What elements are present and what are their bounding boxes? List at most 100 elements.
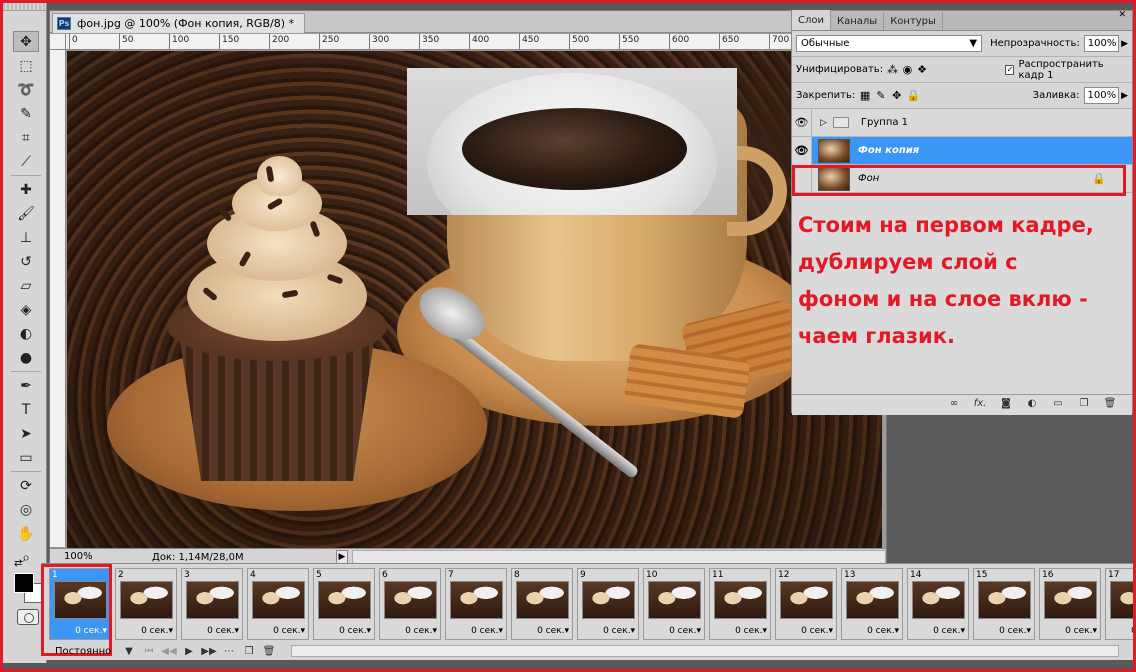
layer-fon[interactable]: Фон 🔒 — [792, 164, 1132, 193]
3d-orbit-tool-icon[interactable]: ◎ — [13, 499, 39, 520]
previous-frame-icon[interactable]: ◀◀ — [159, 646, 179, 657]
delete-frame-icon[interactable]: 🗑 — [259, 646, 279, 657]
animation-frame[interactable]: 9 0 сек.▾ — [577, 568, 639, 640]
eye-icon[interactable]: 👁 — [792, 108, 812, 137]
frame-delay[interactable]: 0 сек.▾ — [405, 626, 437, 636]
frame-delay[interactable]: 0 сек.▾ — [339, 626, 371, 636]
brush-tool-icon[interactable]: 🖌 — [13, 203, 39, 224]
adjustment-layer-icon[interactable]: ◐ — [1024, 398, 1040, 409]
layer-fon-kopiya[interactable]: 👁 Фон копия — [792, 136, 1132, 165]
tween-icon[interactable]: ⋯ — [219, 646, 239, 657]
add-mask-icon[interactable]: ◙ — [998, 398, 1014, 409]
lock-transparent-icon[interactable]: ▦ — [859, 89, 871, 102]
eyedropper-tool-icon[interactable]: ⟋ — [13, 151, 39, 172]
animation-frame[interactable]: 8 0 сек.▾ — [511, 568, 573, 640]
frame-delay[interactable]: 0 сек.▾ — [669, 626, 701, 636]
marquee-tool-icon[interactable]: ⬚ — [13, 55, 39, 76]
zoom-level-field[interactable]: 100% — [52, 550, 97, 564]
crop-tool-icon[interactable]: ⌗ — [13, 127, 39, 148]
dodge-tool-icon[interactable]: ● — [13, 347, 39, 368]
path-selection-tool-icon[interactable]: ➤ — [13, 423, 39, 444]
frame-delay[interactable]: 0 сек.▾ — [999, 626, 1031, 636]
fill-field[interactable]: 100% — [1083, 87, 1120, 104]
status-menu-arrow-icon[interactable]: ▶ — [336, 550, 348, 564]
frame-delay[interactable]: 0 сек.▾ — [867, 626, 899, 636]
frame-delay[interactable]: 0 сек.▾ — [75, 626, 107, 636]
animation-frame[interactable]: 3 0 сек.▾ — [181, 568, 243, 640]
lock-pixels-icon[interactable]: ✎ — [875, 89, 887, 102]
frame-delay[interactable]: 0 сек.▾ — [141, 626, 173, 636]
type-tool-icon[interactable]: T — [13, 399, 39, 420]
expand-arrow-icon[interactable]: ▷ — [820, 118, 827, 128]
history-brush-tool-icon[interactable]: ↺ — [13, 251, 39, 272]
swap-colors-icon[interactable]: ⇄ — [14, 558, 22, 569]
animation-frame[interactable]: 17 0 сек.▾ — [1105, 568, 1133, 640]
hand-tool-icon[interactable]: ✋ — [13, 523, 39, 544]
tools-panel-grip[interactable] — [3, 3, 46, 11]
paint-bucket-tool-icon[interactable]: ◈ — [13, 299, 39, 320]
quick-selection-tool-icon[interactable]: ✎ — [13, 103, 39, 124]
frame-delay[interactable]: 0 сек.▾ — [933, 626, 965, 636]
frame-delay[interactable]: 0 сек.▾ — [207, 626, 239, 636]
panel-close-icon[interactable]: ✕ — [1118, 10, 1126, 20]
quick-mask-icon[interactable] — [17, 609, 39, 625]
animation-frame[interactable]: 16 0 сек.▾ — [1039, 568, 1101, 640]
new-layer-icon[interactable]: ❐ — [1076, 398, 1092, 409]
vertical-ruler[interactable] — [50, 34, 66, 547]
link-layers-icon[interactable]: ∞ — [946, 398, 962, 409]
lasso-tool-icon[interactable]: ➰ — [13, 79, 39, 100]
tab-paths[interactable]: Контуры — [884, 12, 943, 30]
healing-brush-tool-icon[interactable]: ✚ — [13, 179, 39, 200]
animation-frame[interactable]: 5 0 сек.▾ — [313, 568, 375, 640]
propagate-checkbox[interactable]: ✓ — [1005, 64, 1015, 75]
frame-delay[interactable]: 0 сек.▾ — [603, 626, 635, 636]
ruler-origin[interactable] — [50, 34, 66, 50]
3d-rotate-tool-icon[interactable]: ⟳ — [13, 475, 39, 496]
animation-scrollbar[interactable] — [291, 645, 1119, 657]
new-group-icon[interactable]: ▭ — [1050, 398, 1066, 409]
frame-delay[interactable]: 0 сек.▾ — [471, 626, 503, 636]
animation-frame[interactable]: 15 0 сек.▾ — [973, 568, 1035, 640]
animation-frame[interactable]: 7 0 сек.▾ — [445, 568, 507, 640]
tab-layers[interactable]: Слои — [792, 10, 831, 30]
animation-frame[interactable]: 14 0 сек.▾ — [907, 568, 969, 640]
frame-delay[interactable]: 0 сек.▾ — [735, 626, 767, 636]
unify-visibility-icon[interactable]: ◉ — [902, 63, 913, 76]
clone-stamp-tool-icon[interactable]: ⊥ — [13, 227, 39, 248]
frame-delay[interactable]: 0 сек.▾ — [273, 626, 305, 636]
lock-all-icon[interactable]: 🔒 — [907, 89, 921, 102]
animation-frame[interactable]: 13 0 сек.▾ — [841, 568, 903, 640]
frame-delay[interactable]: 0 сек.▾ — [1065, 626, 1097, 636]
foreground-color-swatch[interactable] — [14, 573, 34, 593]
eye-toggle-empty[interactable] — [792, 164, 812, 193]
horizontal-ruler[interactable]: 0 50 100 150 200 250 300 350 400 450 500 550 600 650 7… — [66, 34, 886, 50]
unify-position-icon[interactable]: ⁂ — [887, 63, 898, 76]
duplicate-frame-icon[interactable]: ❐ — [239, 646, 259, 657]
first-frame-icon[interactable]: ⏮ — [139, 646, 159, 657]
trash-icon[interactable]: 🗑 — [1102, 398, 1118, 409]
pen-tool-icon[interactable]: ✒ — [13, 375, 39, 396]
frame-delay[interactable]: 0 сек.▾ — [801, 626, 833, 636]
layer-group-1[interactable]: 👁 ▷ Группа 1 — [792, 108, 1132, 137]
next-frame-icon[interactable]: ▶▶ — [199, 646, 219, 657]
fx-icon[interactable]: fx. — [972, 398, 988, 409]
animation-frame[interactable]: 6 0 сек.▾ — [379, 568, 441, 640]
horizontal-scrollbar[interactable] — [352, 550, 886, 564]
blur-tool-icon[interactable]: ◐ — [13, 323, 39, 344]
animation-frame[interactable]: 10 0 сек.▾ — [643, 568, 705, 640]
frame-delay[interactable]: 0 сек.▾ — [1131, 626, 1133, 636]
animation-frame[interactable]: 11 0 сек.▾ — [709, 568, 771, 640]
rectangle-tool-icon[interactable]: ▭ — [13, 447, 39, 468]
animation-frame[interactable]: 12 0 сек.▾ — [775, 568, 837, 640]
move-tool-icon[interactable]: ✥ — [13, 31, 39, 52]
blend-mode-select[interactable]: Обычные ▼ — [796, 35, 983, 52]
loop-select[interactable]: Постоянно — [49, 643, 119, 659]
eraser-tool-icon[interactable]: ▱ — [13, 275, 39, 296]
animation-frame[interactable]: 2 0 сек.▾ — [115, 568, 177, 640]
frame-delay[interactable]: 0 сек.▾ — [537, 626, 569, 636]
opacity-arrow-icon[interactable]: ▶ — [1121, 39, 1128, 49]
lock-position-icon[interactable]: ✥ — [891, 89, 903, 102]
tab-channels[interactable]: Каналы — [831, 12, 885, 30]
loop-dropdown-icon[interactable]: ▼ — [119, 646, 139, 657]
unify-style-icon[interactable]: ❖ — [917, 63, 928, 76]
